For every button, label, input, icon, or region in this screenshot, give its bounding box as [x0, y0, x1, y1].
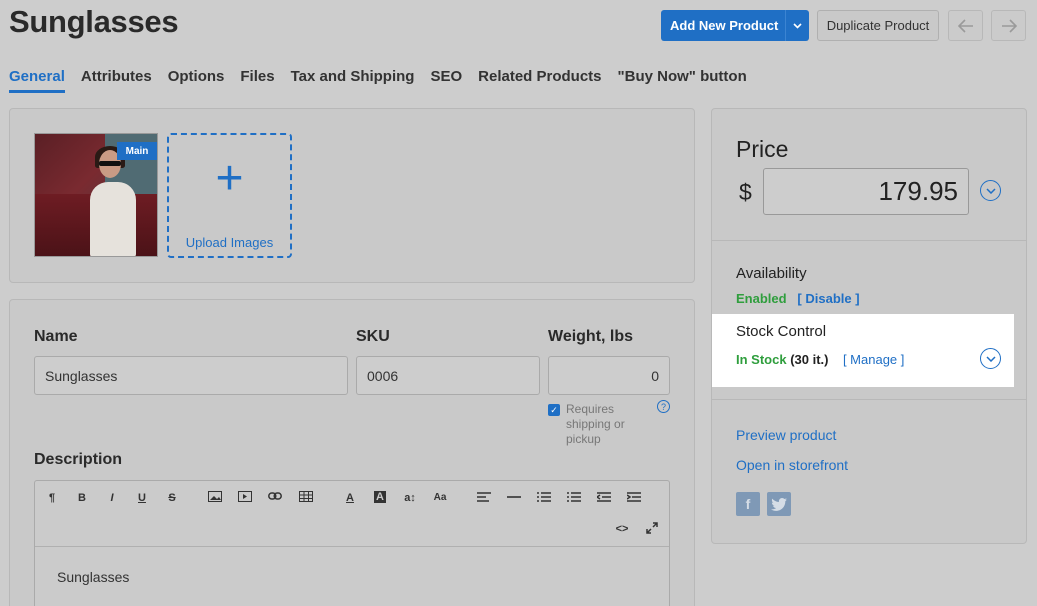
chevron-down-icon[interactable]	[785, 10, 809, 41]
underline-icon[interactable]: U	[133, 492, 151, 504]
bold-icon[interactable]: B	[73, 492, 91, 504]
previous-product-button[interactable]	[948, 10, 983, 41]
open-in-storefront-link[interactable]: Open in storefront	[736, 457, 848, 473]
tab-bar: General Attributes Options Files Tax and…	[9, 68, 747, 93]
sku-label: SKU	[356, 328, 390, 345]
next-product-button[interactable]	[991, 10, 1026, 41]
add-new-product-button[interactable]: Add New Product	[661, 10, 809, 41]
tab-seo[interactable]: SEO	[430, 68, 462, 93]
stock-control-heading: Stock Control	[736, 323, 827, 340]
help-icon[interactable]: ?	[657, 400, 670, 413]
currency-symbol: $	[739, 179, 752, 205]
fullscreen-icon[interactable]	[643, 522, 661, 537]
divider	[712, 399, 1026, 400]
font-size-icon[interactable]: a↕	[401, 492, 419, 504]
availability-heading: Availability	[736, 265, 807, 282]
divider	[712, 240, 1026, 241]
description-editor[interactable]: ¶ B I U S A A a↕ Aa <> Sunglasses	[34, 480, 670, 606]
strikethrough-icon[interactable]: S	[163, 492, 181, 504]
availability-status-line: Enabled [ Disable ]	[736, 291, 860, 306]
stock-status: In Stock	[736, 352, 787, 367]
requires-shipping-label: Requires shipping or pickup	[566, 402, 625, 446]
upload-images-label: Upload Images	[185, 235, 274, 250]
indent-icon[interactable]	[625, 492, 643, 505]
paragraph-icon[interactable]: ¶	[43, 492, 61, 504]
horizontal-rule-icon[interactable]	[505, 492, 523, 505]
numbered-list-icon[interactable]	[565, 492, 583, 505]
bullet-list-icon[interactable]	[535, 492, 553, 505]
tab-options[interactable]: Options	[168, 68, 225, 93]
tab-files[interactable]: Files	[240, 68, 274, 93]
name-input[interactable]: Sunglasses	[34, 356, 348, 395]
name-label: Name	[34, 328, 78, 345]
table-icon[interactable]	[297, 491, 315, 505]
arrow-right-icon	[1001, 18, 1017, 33]
twitter-icon[interactable]	[767, 492, 791, 516]
disable-link[interactable]: [ Disable ]	[797, 291, 859, 306]
tab-tax-and-shipping[interactable]: Tax and Shipping	[291, 68, 415, 93]
stock-status-line: In Stock (30 it.) [ Manage ]	[736, 352, 904, 367]
text-color-icon[interactable]: A	[341, 492, 359, 504]
video-icon[interactable]	[236, 491, 254, 505]
tab-buy-now-button[interactable]: "Buy Now" button	[618, 68, 747, 93]
add-new-product-label: Add New Product	[670, 18, 779, 33]
page-title: Sunglasses	[9, 4, 179, 39]
link-icon[interactable]	[266, 491, 284, 504]
stock-count: (30 it.)	[790, 352, 829, 367]
weight-input[interactable]: 0	[548, 356, 670, 395]
weight-label: Weight, lbs	[548, 328, 634, 345]
font-family-icon[interactable]: Aa	[431, 492, 449, 503]
description-label: Description	[34, 451, 123, 468]
description-text[interactable]: Sunglasses	[57, 569, 129, 585]
upload-images-button[interactable]: + Upload Images	[167, 133, 292, 258]
arrow-left-icon	[957, 18, 973, 33]
price-input[interactable]: 179.95	[763, 168, 969, 215]
outdent-icon[interactable]	[595, 492, 613, 505]
facebook-icon[interactable]: f	[736, 492, 760, 516]
sku-input[interactable]: 0006	[356, 356, 540, 395]
availability-status: Enabled	[736, 291, 787, 306]
background-color-icon[interactable]: A	[371, 491, 389, 503]
tab-related-products[interactable]: Related Products	[478, 68, 601, 93]
plus-icon: +	[215, 152, 244, 205]
duplicate-product-button[interactable]: Duplicate Product	[817, 10, 939, 41]
editor-toolbar: ¶ B I U S A A a↕ Aa <>	[35, 481, 669, 547]
main-image-badge: Main	[117, 142, 157, 160]
preview-product-link[interactable]: Preview product	[736, 427, 836, 443]
align-left-icon[interactable]	[475, 492, 493, 505]
price-heading: Price	[736, 136, 789, 162]
code-view-icon[interactable]: <>	[613, 523, 631, 535]
manage-stock-link[interactable]: [ Manage ]	[843, 352, 904, 367]
stock-control-section: Stock Control In Stock (30 it.) [ Manage…	[712, 314, 1014, 387]
tab-general[interactable]: General	[9, 68, 65, 93]
italic-icon[interactable]: I	[103, 492, 121, 504]
price-options-chevron-icon[interactable]	[980, 180, 1001, 201]
image-icon[interactable]	[206, 491, 224, 505]
tab-attributes[interactable]: Attributes	[81, 68, 152, 93]
stock-options-chevron-icon[interactable]	[980, 348, 1001, 369]
requires-shipping-checkbox[interactable]: ✓	[548, 404, 560, 416]
